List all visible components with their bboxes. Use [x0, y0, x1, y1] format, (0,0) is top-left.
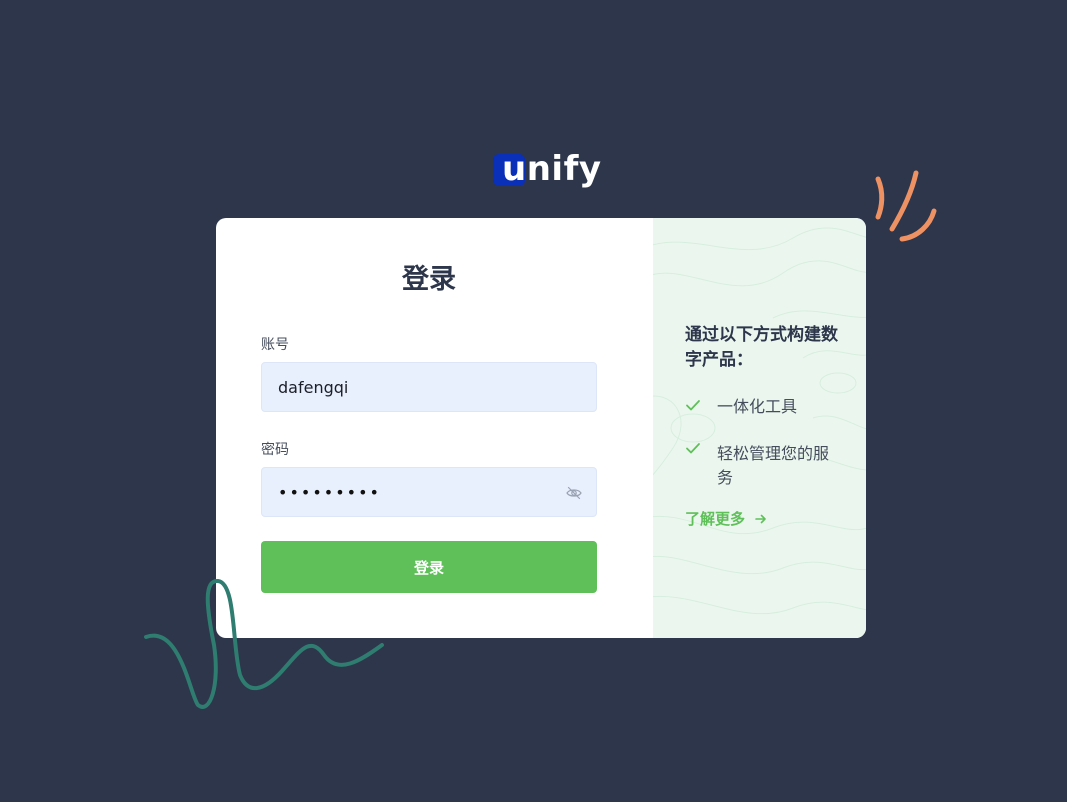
feature-text: 轻松管理您的服务 — [717, 444, 830, 487]
logo-text: unify — [502, 146, 602, 192]
eye-off-icon[interactable] — [566, 485, 582, 501]
check-icon — [686, 400, 700, 411]
feature-text: 一体化工具 — [717, 397, 798, 416]
account-input[interactable]: dafengqi — [261, 362, 597, 412]
promo-panel: 通过以下方式构建数字产品： 一体化工具 轻松管理您的服务 了解更多 — [653, 218, 866, 638]
password-input[interactable]: ••••••••• — [261, 467, 597, 517]
login-form: 登录 账号 dafengqi 密码 ••••••••• 登录 — [216, 218, 653, 638]
password-label: 密码 — [261, 442, 289, 458]
logo-mark-letter: u — [502, 149, 527, 189]
learn-more-link[interactable]: 了解更多 — [685, 508, 767, 529]
check-icon — [686, 443, 700, 454]
account-value: dafengqi — [278, 377, 349, 397]
login-button[interactable]: 登录 — [261, 541, 597, 593]
feature-item: 轻松管理您的服务 — [685, 440, 845, 490]
learn-more-label: 了解更多 — [685, 510, 746, 528]
arrow-right-icon — [755, 514, 766, 523]
login-title: 登录 — [402, 264, 456, 295]
contour-background — [653, 227, 866, 615]
password-value: ••••••••• — [278, 482, 381, 502]
promo-title: 通过以下方式构建数字产品： — [685, 325, 838, 370]
account-label: 账号 — [261, 337, 289, 353]
login-card: 登录 账号 dafengqi 密码 ••••••••• 登录 通过以下方式构建数… — [216, 218, 866, 638]
spark-decoration — [875, 170, 937, 242]
feature-item: 一体化工具 — [685, 395, 845, 419]
logo-word: nify — [526, 149, 602, 189]
